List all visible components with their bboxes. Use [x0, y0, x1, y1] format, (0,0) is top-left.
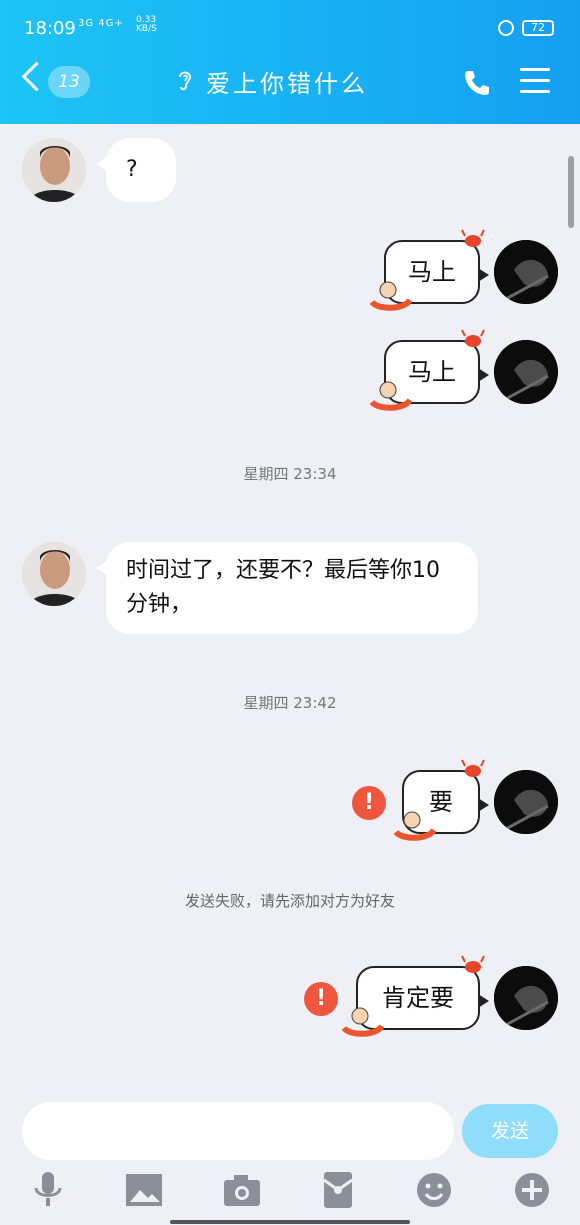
status-time: 18:09: [24, 18, 76, 39]
shrimp-sticker-icon: [341, 1007, 384, 1037]
my-avatar[interactable]: [494, 340, 558, 404]
home-indicator: [170, 1220, 410, 1224]
send-failed-icon[interactable]: !: [304, 982, 338, 1016]
my-avatar[interactable]: [494, 966, 558, 1030]
crab-sticker-icon: [461, 955, 485, 973]
message-text: ?: [126, 157, 138, 182]
emoji-icon[interactable]: [412, 1170, 456, 1210]
my-avatar[interactable]: [494, 770, 558, 834]
chat-header: 18:09 3G 4G+ 0.33 KB/S 72 13 爱上你错什么: [0, 0, 580, 124]
friend-avatar[interactable]: [22, 138, 86, 202]
system-notice: 发送失败，请先添加对方为好友: [184, 892, 395, 910]
input-bar: 发送: [0, 1090, 580, 1225]
message-text: 马上: [408, 358, 456, 386]
crab-sticker-icon: [461, 759, 485, 777]
send-button[interactable]: 发送: [462, 1104, 558, 1158]
shrimp-sticker-icon: [393, 811, 436, 841]
crab-sticker-icon: [461, 229, 485, 247]
crab-sticker-icon: [461, 329, 485, 347]
send-failed-icon[interactable]: !: [352, 786, 386, 820]
my-avatar[interactable]: [494, 240, 558, 304]
back-icon[interactable]: [21, 61, 52, 92]
camera-icon[interactable]: [220, 1170, 264, 1210]
friend-photo-icon: [22, 138, 86, 202]
ear-icon: [179, 71, 192, 91]
message-input[interactable]: [22, 1102, 454, 1160]
scrollbar[interactable]: [568, 156, 574, 228]
message-text: 时间过了，还要不？最后等你10分钟，: [126, 558, 440, 617]
chat-title: 爱上你错什么: [206, 70, 368, 98]
my-photo-icon: [494, 340, 558, 404]
phone-icon[interactable]: [462, 68, 492, 98]
image-icon[interactable]: [122, 1170, 166, 1210]
signal-indicator: 3G 4G+: [78, 18, 124, 29]
plus-icon[interactable]: [510, 1170, 554, 1210]
timestamp-separator: 星期四 23:34: [243, 465, 337, 483]
my-photo-icon: [494, 966, 558, 1030]
shrimp-sticker-icon: [369, 381, 412, 411]
red-packet-icon[interactable]: [316, 1170, 360, 1210]
timestamp-separator: 星期四 23:42: [243, 694, 337, 712]
lock-icon: [498, 20, 514, 36]
microphone-icon[interactable]: [26, 1170, 70, 1210]
message-text: 马上: [408, 258, 456, 286]
friend-avatar[interactable]: [22, 542, 86, 606]
message-bubble-incoming[interactable]: 时间过了，还要不？最后等你10分钟，: [96, 542, 478, 634]
message-text: 肯定要: [382, 984, 454, 1012]
menu-icon[interactable]: [520, 68, 550, 94]
battery-indicator: 72: [522, 20, 554, 36]
shrimp-sticker-icon: [369, 281, 412, 311]
my-photo-icon: [494, 240, 558, 304]
my-photo-icon: [494, 770, 558, 834]
network-speed: 0.33 KB/S: [136, 15, 157, 34]
friend-photo-icon: [22, 542, 86, 606]
unread-count-badge[interactable]: 13: [48, 66, 90, 98]
message-bubble-incoming[interactable]: ?: [96, 138, 176, 202]
